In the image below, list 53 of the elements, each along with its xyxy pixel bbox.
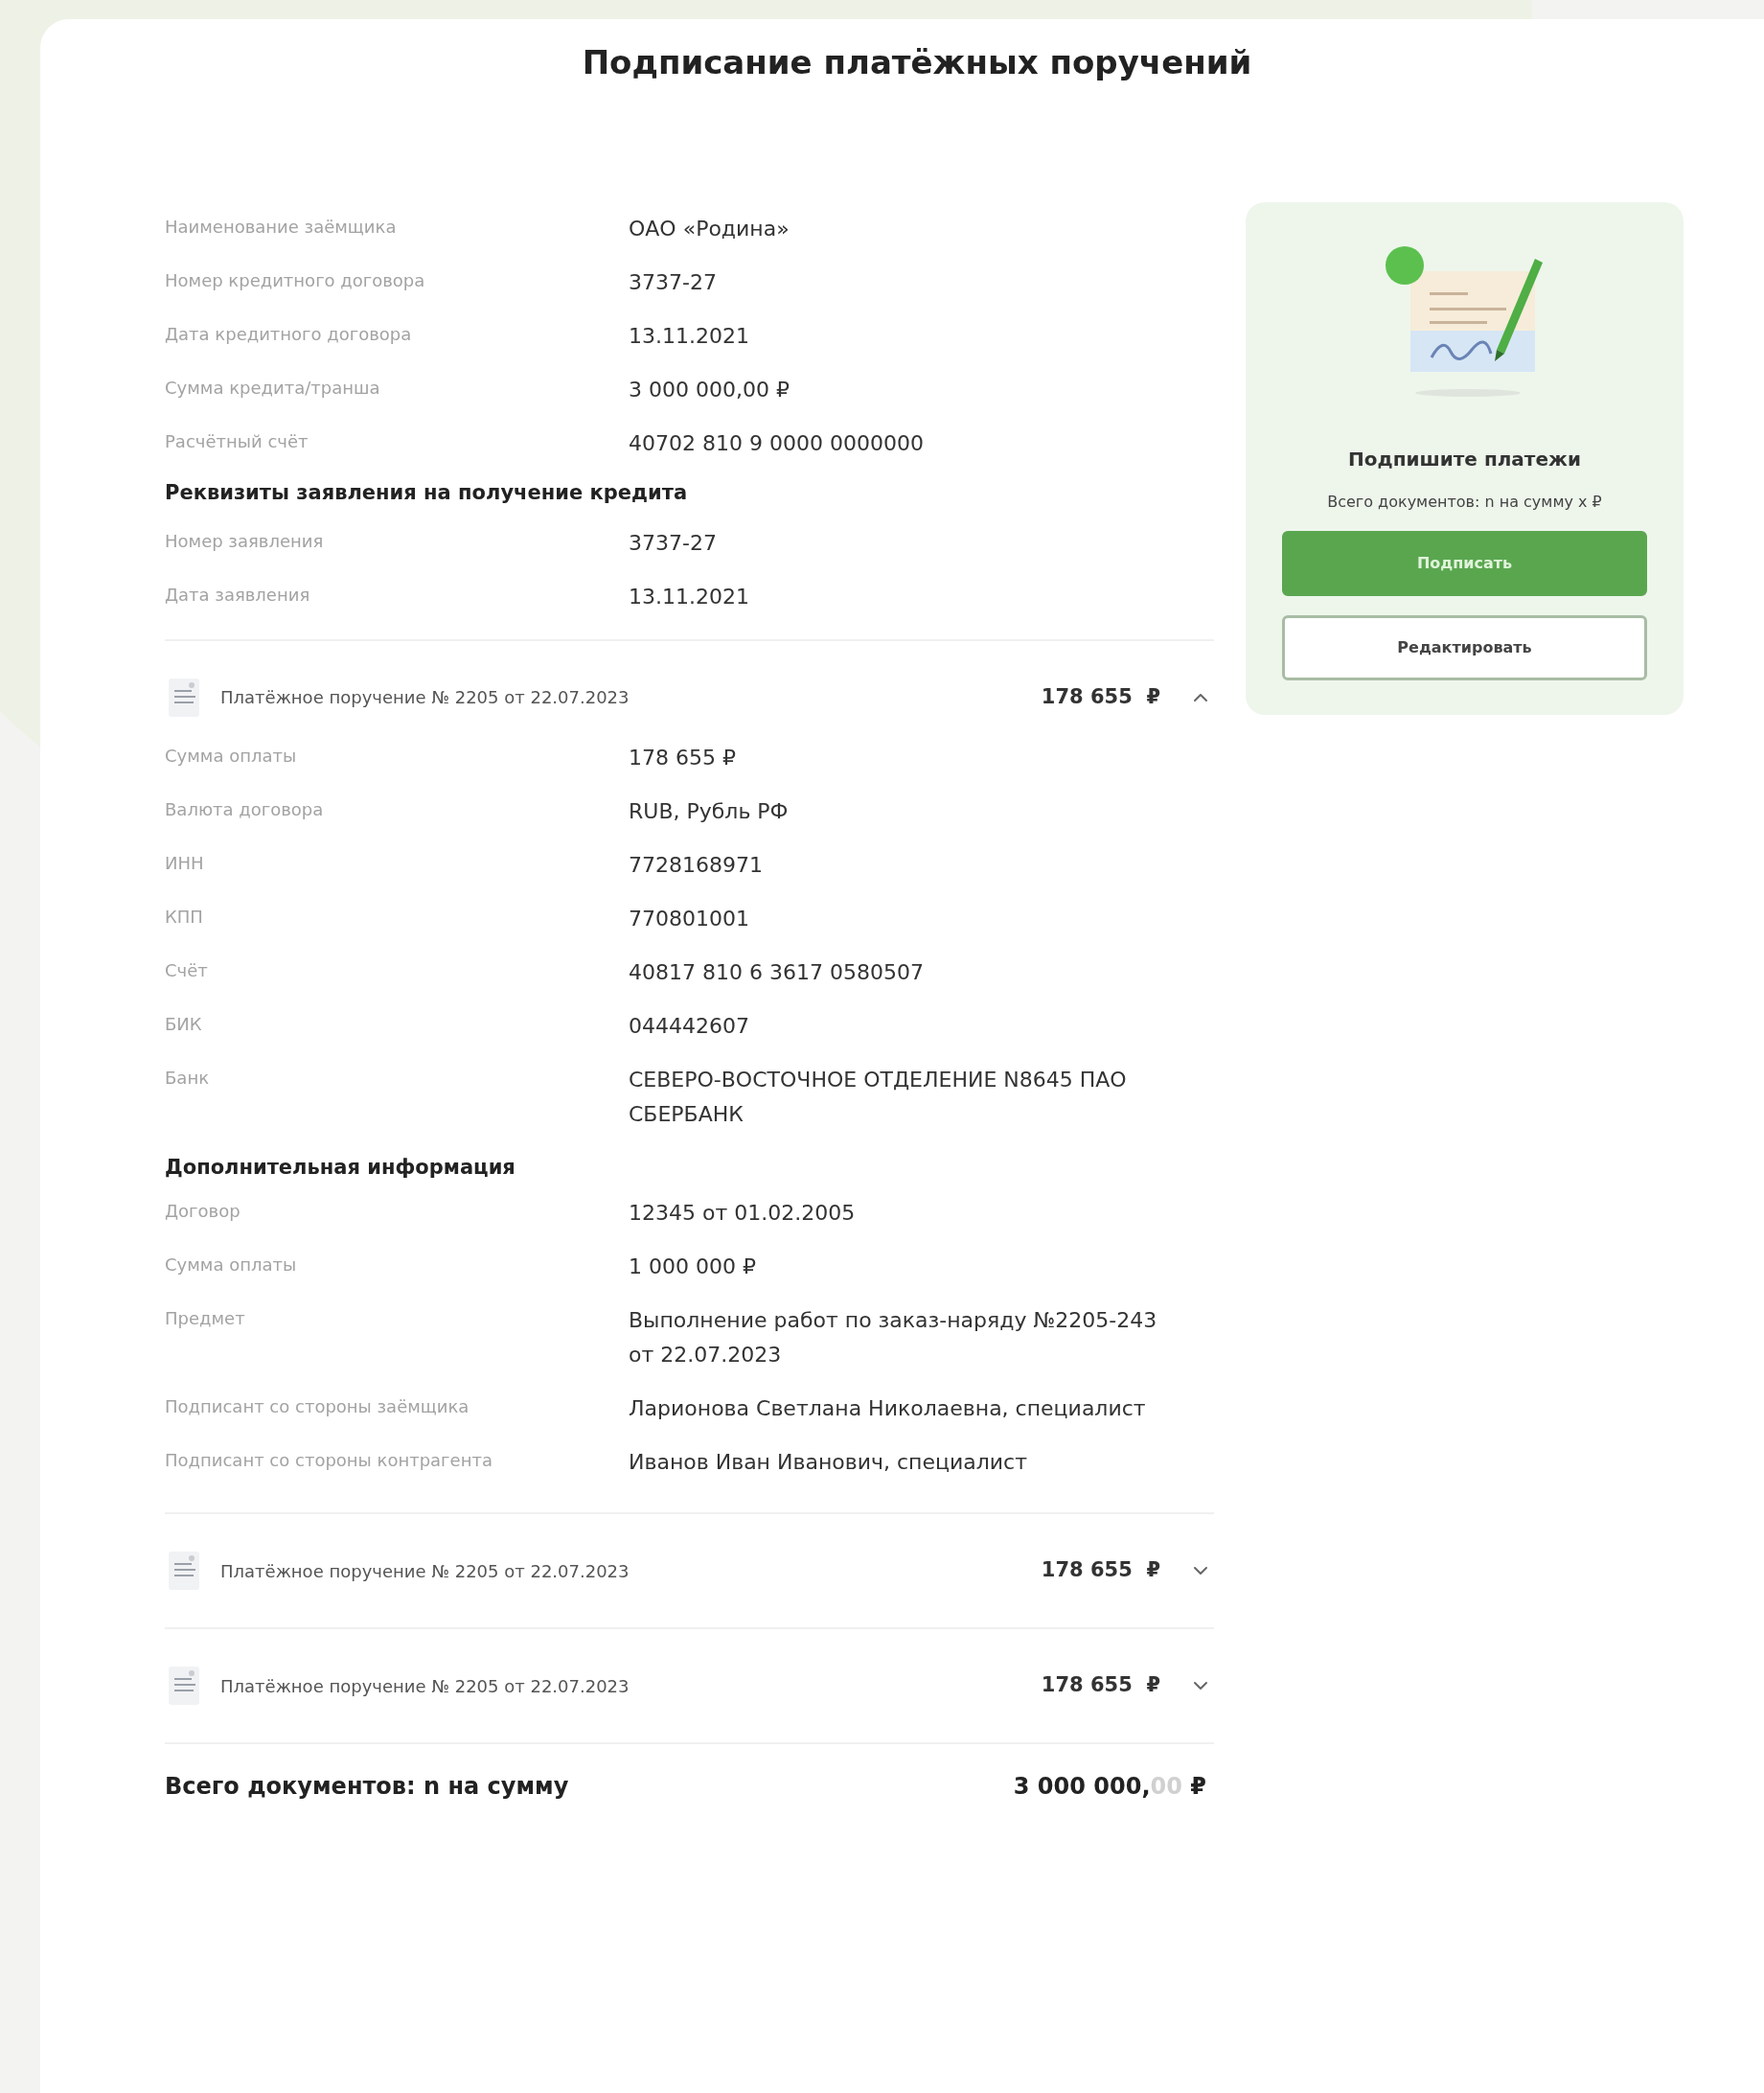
payment-order-title: Платёжное поручение № 2205 от 22.07.2023 (220, 1559, 630, 1583)
payment-order-amount: 178 655 ₽ (1041, 1557, 1160, 1584)
field-value: 178 655 ₽ (629, 744, 737, 771)
payment-order-amount: 178 655 ₽ (1041, 1672, 1160, 1699)
payment-order-header[interactable]: Платёжное поручение № 2205 от 22.07.2023 178 655 ₽ (165, 1629, 1214, 1742)
field-label: Подписант со стороны заёмщика (165, 1395, 470, 1418)
total-label: Всего документов: n на сумму (165, 1772, 569, 1802)
field-value: 044442607 (629, 1012, 750, 1040)
field-value: Ларионова Светлана Николаевна, специалист (629, 1395, 1147, 1422)
field-label: Дата кредитного договора (165, 323, 413, 346)
section-heading: Дополнительная информация (165, 1154, 516, 1181)
field-value: RUB, Рубль РФ (629, 797, 790, 825)
payment-order-title: Платёжное поручение № 2205 от 22.07.2023 (220, 1674, 630, 1698)
field-label: БИК (165, 1012, 203, 1036)
panel-subtitle: Всего документов: n на сумму x ₽ (1327, 492, 1602, 513)
field-label: Предмет (165, 1307, 246, 1330)
page-title: Подписание платёжных поручений (581, 42, 1253, 83)
panel-title: Подпишите платежи (1348, 447, 1581, 472)
field-label: Подписант со стороны контрагента (165, 1449, 493, 1472)
field-value: 1 000 000 ₽ (629, 1254, 757, 1280)
field-label: Номер заявления (165, 529, 325, 553)
field-label: Наименование заёмщика (165, 216, 398, 239)
edit-button[interactable]: Редактировать (1282, 615, 1647, 680)
field-value: СЕВЕРО-ВОСТОЧНОЕ ОТДЕЛЕНИЕ N8645 ПАО СБЕРБАНК (629, 1066, 1128, 1128)
field-label: Сумма кредита/транша (165, 377, 381, 400)
field-value: 3737-27 (629, 529, 718, 557)
field-value: 40702 810 9 0000 0000000 (629, 430, 925, 457)
field-value: 3737-27 (629, 269, 718, 296)
field-label: Банк (165, 1066, 211, 1090)
field-value: Выполнение работ по заказ-наряду №2205-243 от 22.07.2023 (629, 1307, 1158, 1368)
field-value: 770801001 (629, 905, 750, 932)
field-value: 13.11.2021 (629, 583, 750, 610)
field-value: Иванов Иван Иванович, специалист (629, 1449, 1029, 1476)
field-label: Договор (165, 1200, 241, 1223)
field-value: ОАО «Родина» (629, 216, 790, 242)
payment-order-header[interactable]: Платёжное поручение № 2205 от 22.07.2023 178 655 ₽ (165, 1514, 1214, 1627)
field-value: 7728168971 (629, 851, 764, 879)
field-value: 13.11.2021 (629, 323, 750, 350)
field-value: 40817 810 6 3617 0580507 (629, 958, 925, 986)
field-label: Дата заявления (165, 583, 311, 607)
payment-order-amount: 178 655 ₽ (1041, 683, 1160, 710)
payment-order-title: Платёжное поручение № 2205 от 22.07.2023 (220, 686, 630, 709)
field-value: 3 000 000,00 ₽ (629, 377, 790, 403)
field-label: Счёт (165, 958, 209, 982)
field-label: Расчётный счёт (165, 430, 309, 453)
field-value: 12345 от 01.02.2005 (629, 1200, 857, 1227)
field-label: КПП (165, 905, 204, 929)
field-label: Валюта договора (165, 797, 325, 821)
field-label: ИНН (165, 851, 205, 875)
field-label: Номер кредитного договора (165, 269, 426, 292)
field-label: Сумма оплаты (165, 1254, 298, 1276)
field-label: Сумма оплаты (165, 744, 298, 768)
section-heading: Реквизиты заявления на получение кредита (165, 480, 689, 506)
